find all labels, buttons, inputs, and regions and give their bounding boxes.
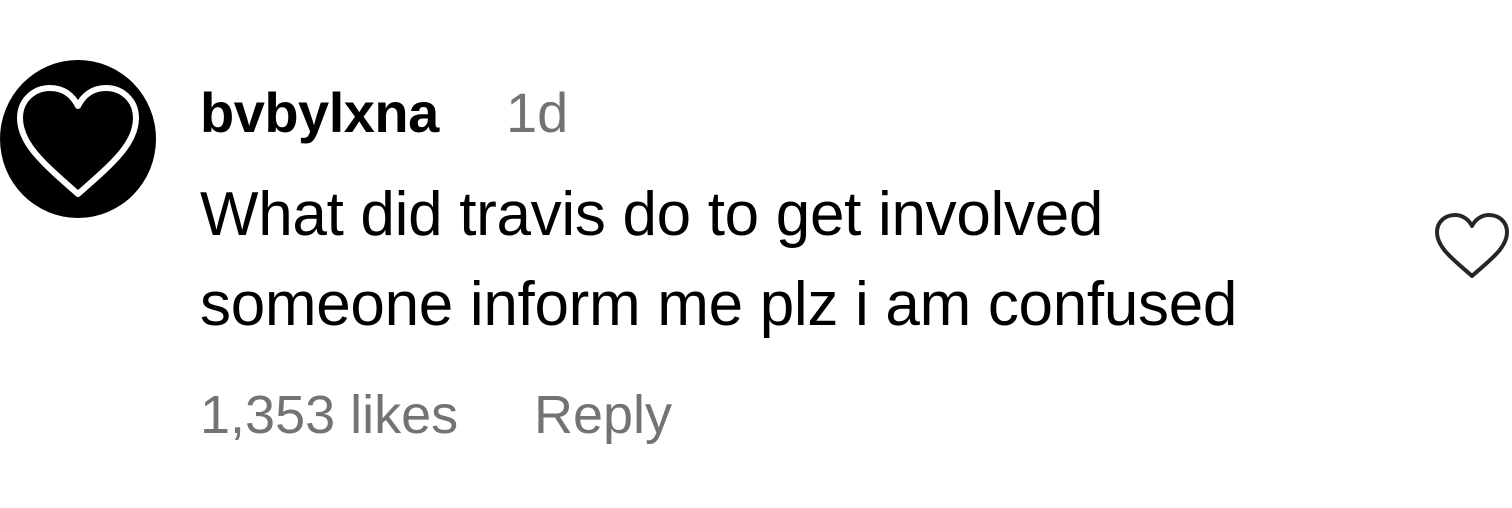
comment-text: What did travis do to get involved someo… <box>200 170 1400 350</box>
heart-outline-icon <box>1435 213 1509 278</box>
comment-username[interactable]: bvbylxna <box>200 80 439 146</box>
comment-item: bvbylxna 1d What did travis do to get in… <box>0 0 1512 508</box>
likes-count[interactable]: 1,353 likes <box>200 382 458 448</box>
avatar[interactable] <box>0 60 156 218</box>
comment-timestamp: 1d <box>506 81 569 144</box>
comment-text-line: someone inform me plz i am confused <box>200 270 1238 339</box>
reply-button[interactable]: Reply <box>534 382 672 448</box>
comment-text-line: What did travis do to get involved <box>200 180 1104 249</box>
heart-outline-icon <box>17 85 139 197</box>
like-button[interactable] <box>1432 210 1512 282</box>
